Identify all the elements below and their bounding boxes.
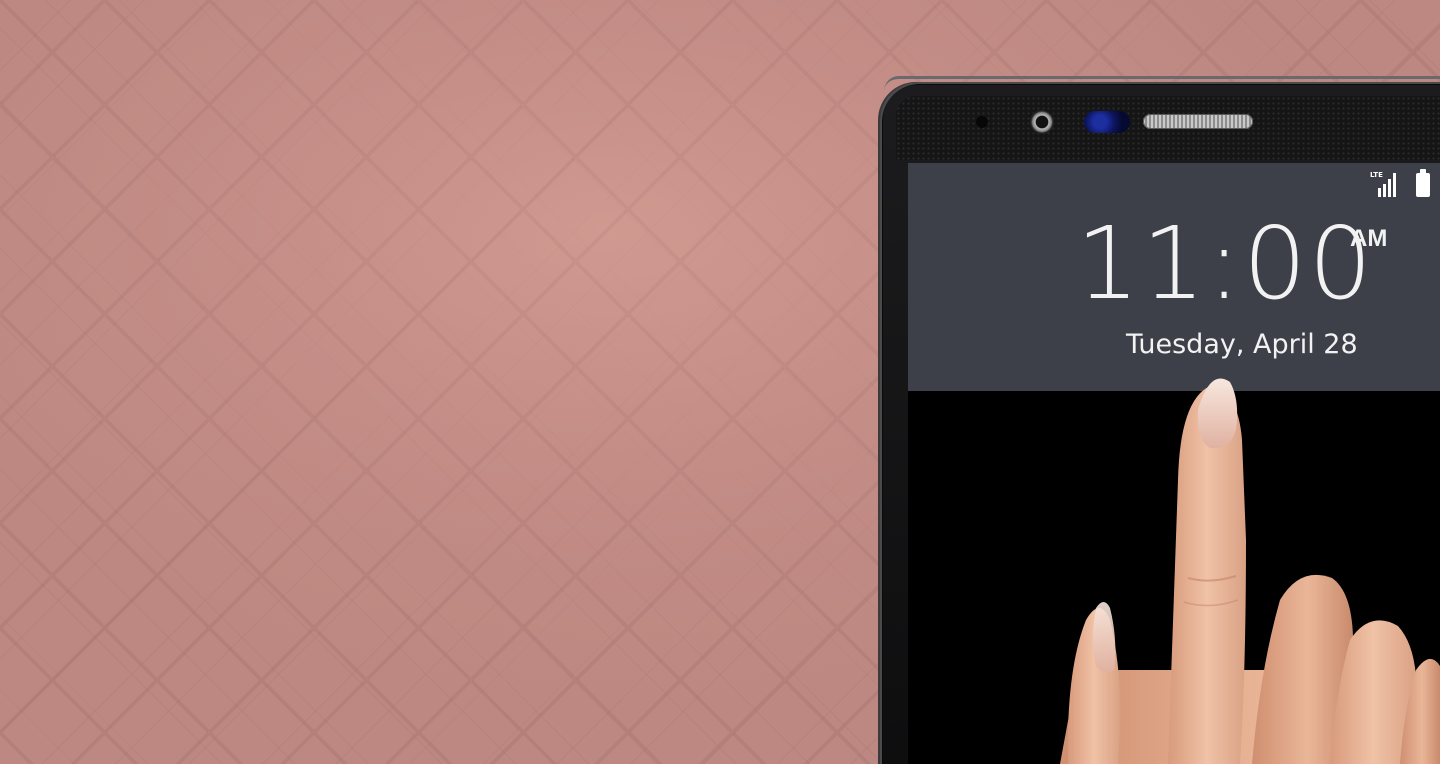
network-type-label: LTE [1370,171,1383,179]
battery-full-icon [1416,169,1430,197]
proximity-sensor [976,116,988,128]
status-bar: LTE [1370,169,1430,197]
ir-sensor [1084,111,1130,133]
lock-screen-ampm: AM [1350,225,1388,252]
phone-top-rim [884,76,1440,91]
lock-screen-panel: LTE 11:00 AM Tuesday, April 28 [908,163,1440,391]
hand-tapping-screen [1060,378,1440,764]
product-hero-scene: LTE 11:00 AM Tuesday, April 28 [0,0,1440,764]
earpiece-speaker [1143,114,1253,129]
lock-screen-clock: 11:00 [1076,205,1375,322]
front-camera-icon [1030,110,1054,134]
signal-bars-icon: LTE [1370,171,1398,197]
lock-screen-date: Tuesday, April 28 [1126,329,1358,360]
